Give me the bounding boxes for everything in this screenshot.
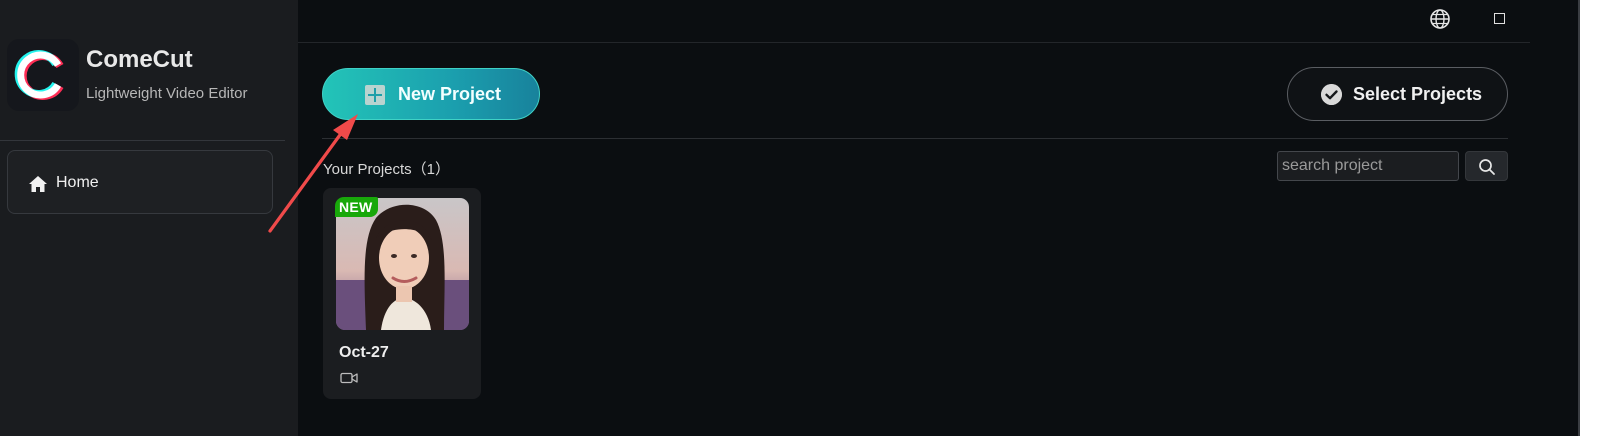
app-logo <box>7 39 79 111</box>
maximize-icon[interactable] <box>1494 13 1505 24</box>
logo-icon <box>14 50 64 100</box>
projects-heading: Your Projects（1） <box>323 161 451 178</box>
new-badge: NEW <box>335 197 378 217</box>
search-icon <box>1479 159 1495 175</box>
check-circle-icon <box>1321 84 1342 105</box>
sidebar-divider <box>0 140 285 141</box>
search-button[interactable] <box>1465 151 1508 181</box>
new-project-label: New Project <box>398 84 502 104</box>
new-project-button[interactable]: New Project <box>322 68 540 120</box>
globe-icon[interactable] <box>1429 8 1451 30</box>
select-projects-button[interactable]: Select Projects <box>1287 67 1508 121</box>
app-subtitle: Lightweight Video Editor <box>86 85 248 102</box>
video-camera-icon <box>340 372 358 384</box>
app-window: ComeCut Lightweight Video Editor Home Ne… <box>0 0 1580 436</box>
search-input[interactable] <box>1277 151 1459 181</box>
plus-icon <box>365 85 385 105</box>
main-divider <box>322 138 1508 139</box>
select-projects-label: Select Projects <box>1353 84 1483 104</box>
sidebar-item-label: Home <box>56 174 99 191</box>
sidebar: ComeCut Lightweight Video Editor Home <box>0 0 298 436</box>
project-thumbnail <box>336 198 469 330</box>
home-icon <box>29 176 47 192</box>
app-name: ComeCut <box>86 46 193 73</box>
project-card[interactable]: NEW Oct-27 <box>323 188 481 399</box>
project-name: Oct-27 <box>339 344 389 361</box>
sidebar-item-home[interactable]: Home <box>7 150 273 214</box>
header-divider <box>298 42 1530 43</box>
